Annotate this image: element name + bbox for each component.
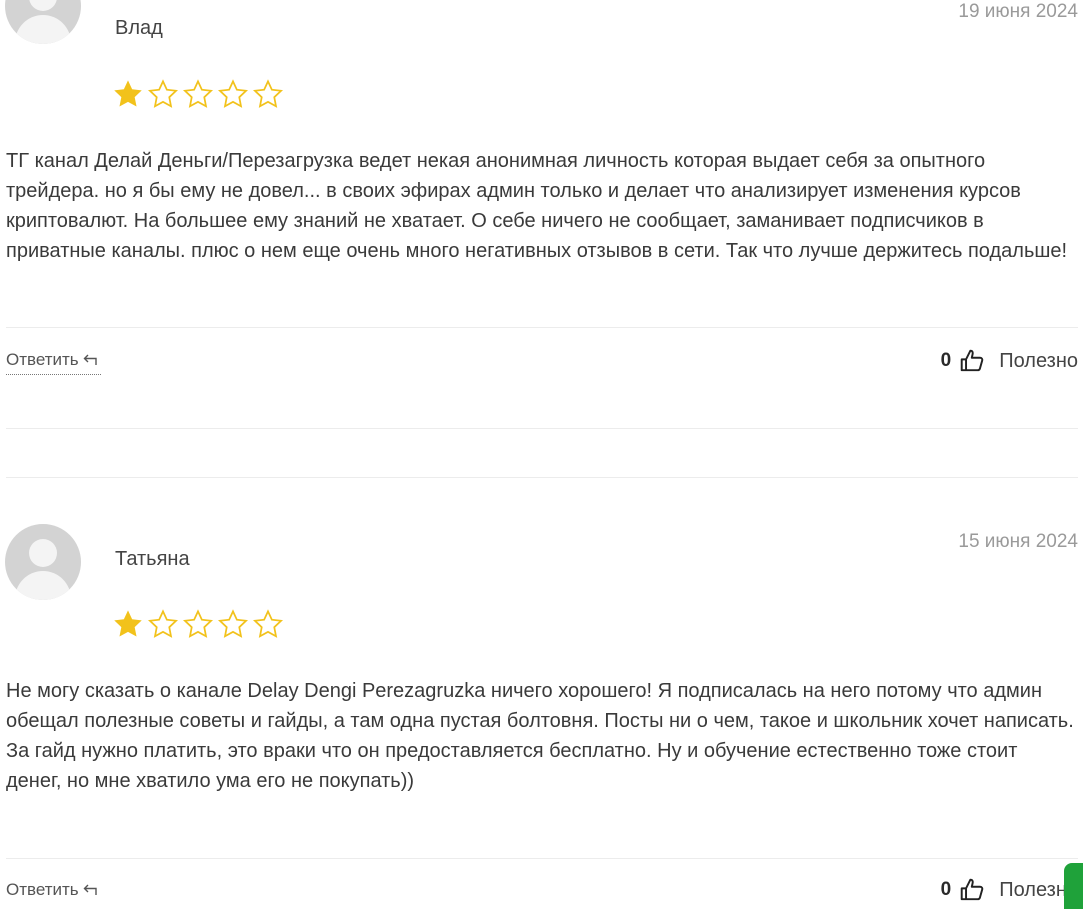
reply-arrow-icon <box>83 884 97 895</box>
avatar <box>5 0 81 44</box>
star-empty-icon <box>252 79 284 108</box>
review-author: Влад <box>115 17 163 39</box>
star-empty-icon <box>147 609 179 638</box>
useful-vote: 0 Полезно <box>941 348 1078 374</box>
reply-button[interactable]: Ответить <box>6 880 101 900</box>
star-empty-icon <box>147 79 179 108</box>
thumbs-up-icon[interactable] <box>959 877 985 903</box>
reply-button[interactable]: Ответить <box>6 350 101 375</box>
reply-label: Ответить <box>6 350 79 369</box>
review-author: Татьяна <box>115 548 190 570</box>
star-empty-icon <box>217 609 249 638</box>
review-text: Не могу сказать о канале Delay Dengi Per… <box>6 680 1074 792</box>
useful-count: 0 <box>940 350 952 371</box>
review-date: 19 июня 2024 <box>958 1 1078 22</box>
star-empty-icon <box>252 609 284 638</box>
divider <box>6 428 1078 429</box>
review-text: ТГ канал Делай Деньги/Перезагрузка ведет… <box>6 150 1068 262</box>
useful-vote: 0 Полезно <box>941 877 1078 903</box>
star-empty-icon <box>182 609 214 638</box>
useful-label: Полезно <box>999 349 1078 372</box>
avatar <box>5 524 81 600</box>
thumbs-up-icon[interactable] <box>959 348 985 374</box>
useful-count: 0 <box>940 879 952 900</box>
star-rating <box>112 78 284 114</box>
review-date: 15 июня 2024 <box>958 531 1078 552</box>
star-empty-icon <box>182 79 214 108</box>
floating-action-button[interactable] <box>1064 863 1083 909</box>
divider <box>6 327 1078 328</box>
star-filled-icon <box>114 80 142 107</box>
reply-arrow-icon <box>83 354 97 365</box>
star-filled-icon <box>114 610 142 637</box>
star-rating <box>112 608 284 644</box>
reply-label: Ответить <box>6 880 79 899</box>
divider <box>6 477 1078 478</box>
star-empty-icon <box>217 79 249 108</box>
divider <box>6 858 1078 859</box>
